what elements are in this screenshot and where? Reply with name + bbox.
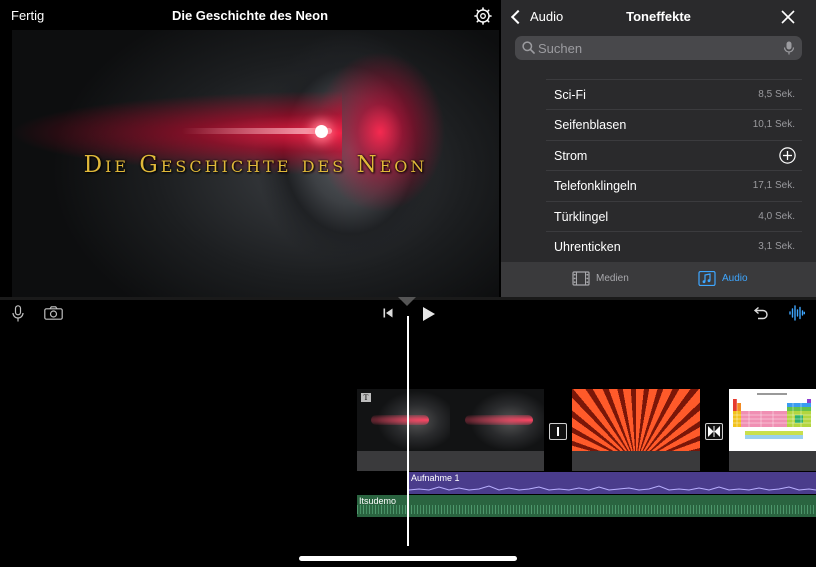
project-title: Die Geschichte des Neon <box>171 8 329 23</box>
panel-tab-bar: Medien Audio <box>501 262 816 297</box>
music-note-icon <box>698 271 716 286</box>
sound-name: Türklingel <box>554 210 609 224</box>
search-field[interactable] <box>515 36 802 60</box>
title-badge: T <box>361 393 371 402</box>
home-indicator[interactable] <box>299 556 517 561</box>
list-item[interactable]: Strom <box>546 140 802 171</box>
sound-name: Strom <box>554 149 588 163</box>
sound-duration: 8,5 Sek. <box>758 89 795 100</box>
periodic-table-graphic <box>733 393 811 439</box>
panel-header: Audio Toneffekte <box>501 0 816 34</box>
sound-duration: 17,1 Sek. <box>752 180 795 191</box>
tab-audio-label: Audio <box>722 273 748 284</box>
gear-icon[interactable] <box>474 7 492 25</box>
clip-audio-bar <box>729 451 816 471</box>
microphone-icon[interactable] <box>783 41 795 55</box>
clip-thumbnail <box>729 389 816 451</box>
sound-duration: 4,0 Sek. <box>758 211 795 222</box>
video-clip-neon-lights[interactable] <box>572 389 700 471</box>
list-item[interactable]: Uhrenticken 3,1 Sek. <box>546 231 802 262</box>
transition-cut-button[interactable] <box>549 423 567 440</box>
music-waveform <box>357 505 816 514</box>
clip-audio-bar <box>357 451 544 471</box>
laser-spot <box>315 125 328 138</box>
cut-icon <box>557 427 559 436</box>
sound-name: Seifenblasen <box>554 118 627 132</box>
clip-thumbnail <box>572 389 700 451</box>
video-clip-neon[interactable] <box>357 389 544 471</box>
search-icon <box>522 41 535 54</box>
preview-title-text: Die Geschichte des Neon <box>83 152 428 178</box>
tab-media-label: Medien <box>596 273 629 284</box>
close-icon[interactable] <box>781 10 795 24</box>
video-preview[interactable]: Die Geschichte des Neon <box>12 30 499 297</box>
image-clip-periodic-table[interactable] <box>729 389 816 471</box>
sound-name: Sci-Fi <box>554 88 586 102</box>
crossfade-icon <box>708 426 720 437</box>
transition-crossfade-button[interactable] <box>705 423 723 440</box>
list-item[interactable]: Sci-Fi 8,5 Sek. <box>546 79 802 110</box>
sound-duration: 3,1 Sek. <box>758 241 795 252</box>
sound-name: Telefonklingeln <box>554 179 637 193</box>
film-icon <box>572 271 590 286</box>
recording-waveform <box>409 485 816 491</box>
top-bar: Fertig Die Geschichte des Neon <box>0 0 500 30</box>
sound-effects-list: Sci-Fi 8,5 Sek. Seifenblasen 10,1 Sek. S… <box>546 79 802 262</box>
panel-title: Toneffekte <box>626 9 691 24</box>
clip-audio-bar <box>572 451 700 471</box>
list-item[interactable]: Telefonklingeln 17,1 Sek. <box>546 170 802 201</box>
list-item[interactable]: Türklingel 4,0 Sek. <box>546 201 802 232</box>
playhead[interactable] <box>407 316 409 546</box>
sound-duration: 10,1 Sek. <box>752 119 795 130</box>
tab-media[interactable]: Medien <box>572 271 629 286</box>
add-circle-icon[interactable] <box>779 147 796 164</box>
clip-laser <box>371 415 429 425</box>
music-track[interactable]: Itsudemo <box>357 495 816 517</box>
recording-track[interactable]: Aufnahme 1 <box>409 472 816 494</box>
sound-name: Uhrenticken <box>554 240 621 254</box>
sound-effects-panel: Audio Toneffekte Sci-Fi 8,5 Sek. Seifenb… <box>501 0 816 297</box>
tab-audio[interactable]: Audio <box>698 271 748 286</box>
laser-beam-core <box>182 128 332 134</box>
list-item[interactable]: Seifenblasen 10,1 Sek. <box>546 109 802 140</box>
clip-laser <box>465 415 533 425</box>
search-input[interactable] <box>538 36 778 60</box>
